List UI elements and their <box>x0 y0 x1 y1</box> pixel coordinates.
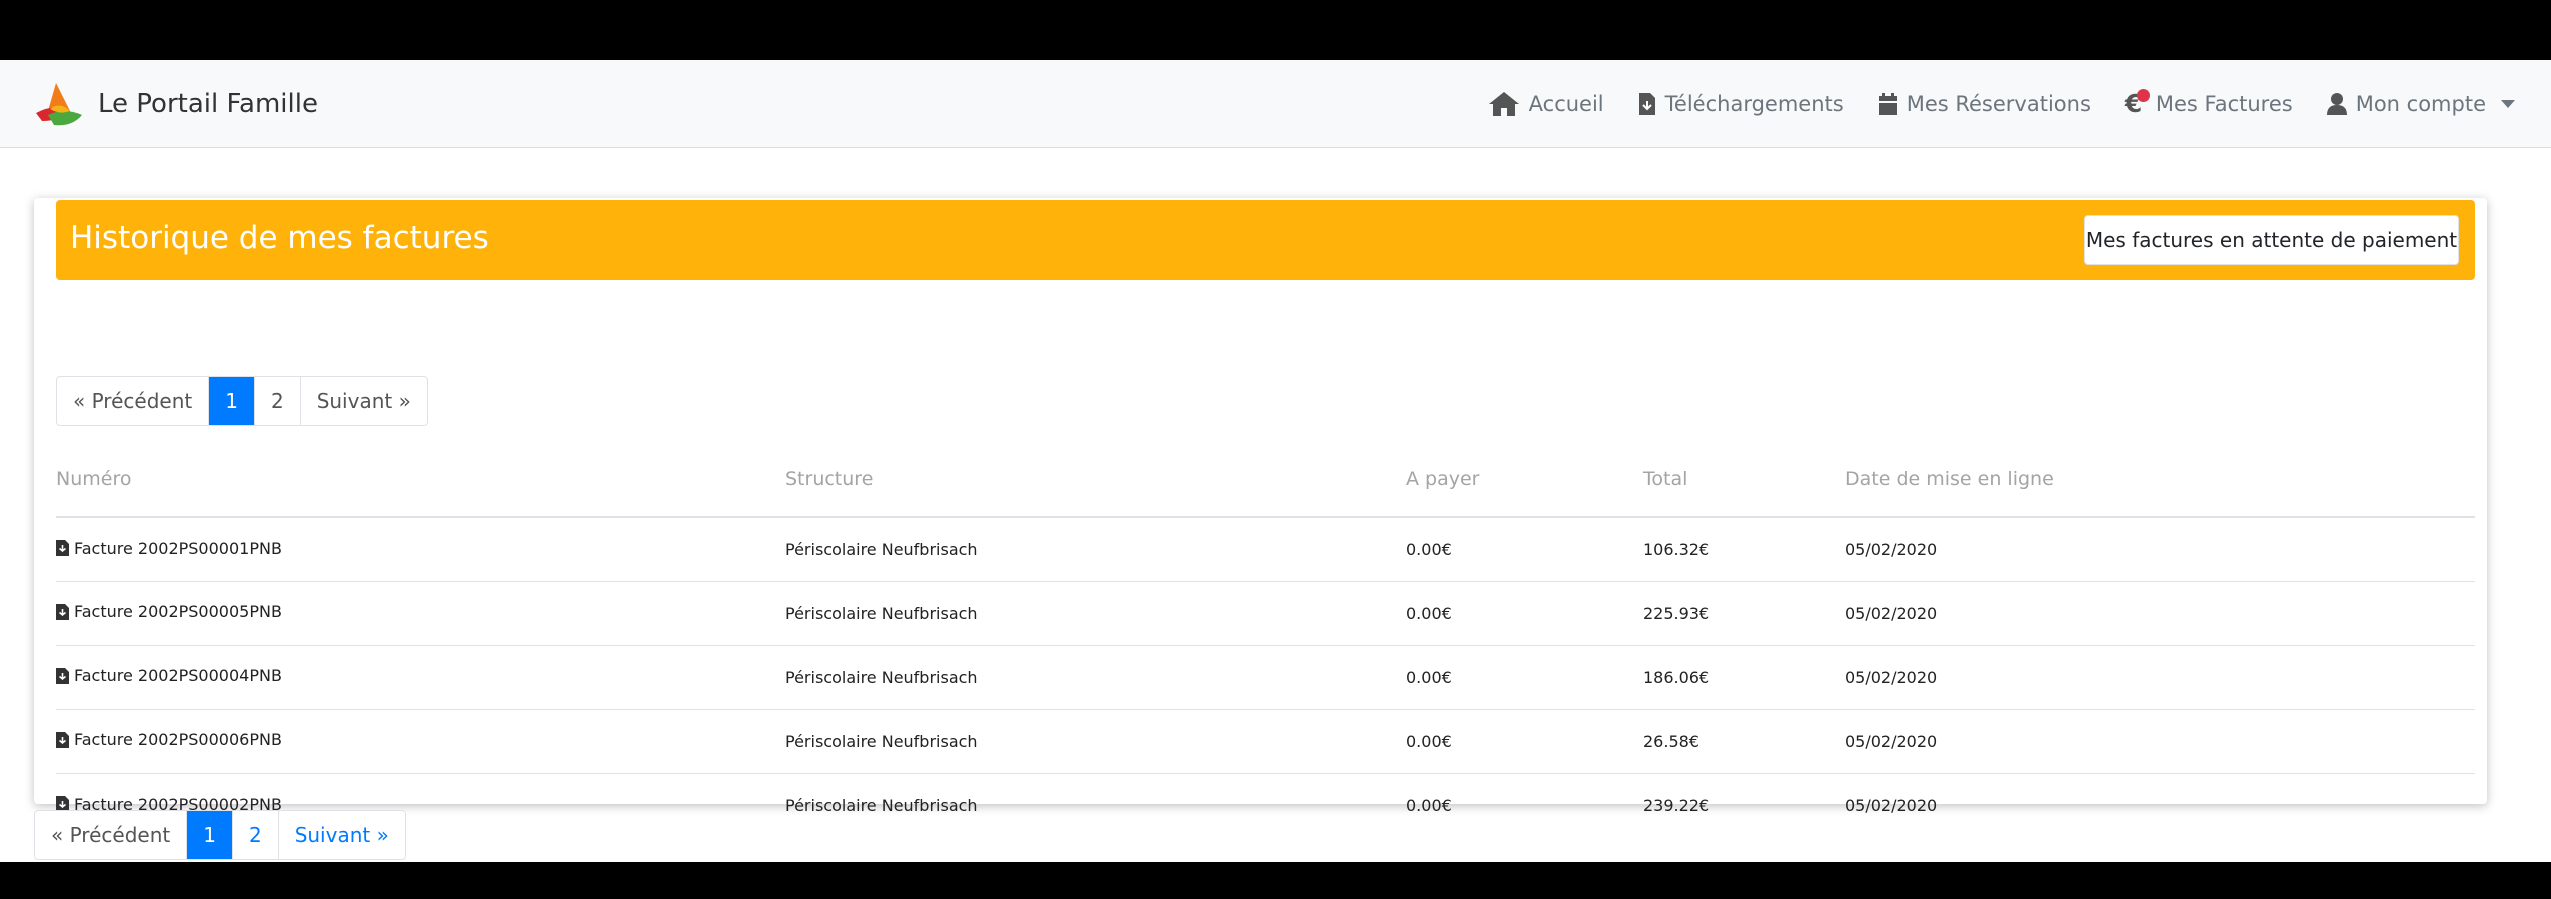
total-cell: 106.32€ <box>1643 517 1845 582</box>
table-header-row: Numéro Structure A payer Total Date de m… <box>56 441 2475 518</box>
nav-item-accueil[interactable]: Accueil <box>1488 91 1604 117</box>
pagination-page-1[interactable]: 1 <box>187 811 233 859</box>
a-payer-cell: 0.00€ <box>1406 795 1452 815</box>
column-header-a-payer[interactable]: A payer <box>1406 441 1643 518</box>
notification-dot <box>2136 89 2150 102</box>
table-row: Facture 2002PS00002PNB Périscolaire Neuf… <box>56 773 2475 837</box>
column-header-numero[interactable]: Numéro <box>56 441 785 518</box>
nav-item-label: Téléchargements <box>1664 92 1844 116</box>
invoice-link[interactable]: Facture 2002PS00005PNB <box>56 602 282 621</box>
structure-cell: Périscolaire Neufbrisach <box>785 645 1406 710</box>
pagination-next[interactable]: Suivant » <box>301 377 427 425</box>
date-cell: 05/02/2020 <box>1845 581 2475 646</box>
date-cell: 05/02/2020 <box>1845 795 1938 815</box>
date-cell: 05/02/2020 <box>1845 517 2475 582</box>
total-cell: 26.58€ <box>1643 709 1845 774</box>
table-row: Facture 2002PS00005PNB Périscolaire Neuf… <box>56 581 2475 646</box>
family-logo-icon <box>36 83 82 126</box>
date-cell: 05/02/2020 <box>1845 645 2475 710</box>
main-nav: Accueil Téléchargements Mes Réservations <box>1488 82 2515 126</box>
home-icon <box>1488 92 1519 116</box>
nav-item-mon-compte[interactable]: Mon compte <box>2326 92 2515 116</box>
pagination-prev[interactable]: « Précédent <box>57 377 210 425</box>
invoice-number: Facture 2002PS00006PNB <box>74 730 282 750</box>
pagination-page-2[interactable]: 2 <box>255 377 301 425</box>
calendar-icon <box>1878 93 1897 115</box>
invoices-card: Historique de mes factures Mes factures … <box>34 198 2487 815</box>
column-header-structure[interactable]: Structure <box>785 441 1406 518</box>
invoice-number: Facture 2002PS00005PNB <box>74 602 282 622</box>
table-row: Facture 2002PS00001PNB Périscolaire Neuf… <box>56 517 2475 582</box>
user-icon <box>2326 93 2347 115</box>
brand-link[interactable]: Le Portail Famille <box>34 80 318 128</box>
euro-icon: € <box>2125 89 2150 119</box>
invoice-number: Facture 2002PS00001PNB <box>74 538 282 558</box>
total-cell: 239.22€ <box>1643 795 1710 815</box>
pdf-file-icon <box>56 540 69 556</box>
structure-cell: Périscolaire Neufbrisach <box>785 795 978 815</box>
screen-bottom-border <box>0 862 2551 899</box>
file-download-icon <box>1638 93 1655 115</box>
structure-cell: Périscolaire Neufbrisach <box>785 709 1406 774</box>
a-payer-cell: 0.00€ <box>1406 581 1643 646</box>
brand-title: Le Portail Famille <box>98 89 318 119</box>
column-header-date[interactable]: Date de mise en ligne <box>1845 441 2475 518</box>
pagination-page-1[interactable]: 1 <box>209 377 255 425</box>
nav-item-label: Mes Factures <box>2155 92 2293 116</box>
invoice-number: Facture 2002PS00004PNB <box>74 666 282 686</box>
pagination-prev[interactable]: « Précédent <box>35 811 188 859</box>
nav-item-label: Mes Réservations <box>1906 92 2091 116</box>
invoice-link[interactable]: Facture 2002PS00006PNB <box>56 730 282 749</box>
navbar: Le Portail Famille Accueil Téléchargemen… <box>0 60 2551 148</box>
pagination-bottom: « Précédent 1 2 Suivant » <box>34 810 406 860</box>
card-header: Historique de mes factures Mes factures … <box>56 200 2475 280</box>
invoice-link[interactable]: Facture 2002PS00004PNB <box>56 666 282 685</box>
a-payer-cell: 0.00€ <box>1406 709 1643 774</box>
pagination-top: « Précédent 1 2 Suivant » <box>56 376 428 426</box>
page-title: Historique de mes factures <box>70 220 489 256</box>
chevron-down-icon <box>2501 100 2515 108</box>
nav-item-telechargements[interactable]: Téléchargements <box>1638 92 1844 116</box>
date-cell: 05/02/2020 <box>1845 709 2475 774</box>
screen-top-border <box>0 0 2551 60</box>
a-payer-cell: 0.00€ <box>1406 517 1643 582</box>
pending-invoices-button[interactable]: Mes factures en attente de paiement <box>2084 215 2459 265</box>
a-payer-cell: 0.00€ <box>1406 645 1643 710</box>
browser-viewport: Le Portail Famille Accueil Téléchargemen… <box>0 60 2551 862</box>
invoices-table: Numéro Structure A payer Total Date de m… <box>56 441 2475 837</box>
invoice-link[interactable]: Facture 2002PS00001PNB <box>56 539 282 558</box>
nav-item-label: Mon compte <box>2355 92 2486 116</box>
pagination-page-2[interactable]: 2 <box>233 811 279 859</box>
structure-cell: Périscolaire Neufbrisach <box>785 517 1406 582</box>
pagination-next[interactable]: Suivant » <box>279 811 405 859</box>
nav-item-reservations[interactable]: Mes Réservations <box>1878 92 2091 116</box>
pdf-file-icon <box>56 731 69 748</box>
nav-item-factures[interactable]: € Mes Factures <box>2125 89 2293 119</box>
total-cell: 225.93€ <box>1643 581 1845 646</box>
pdf-file-icon <box>56 603 69 620</box>
table-row: Facture 2002PS00006PNB Périscolaire Neuf… <box>56 709 2475 774</box>
pdf-file-icon <box>56 667 69 684</box>
column-header-total[interactable]: Total <box>1643 441 1845 518</box>
nav-item-label: Accueil <box>1528 92 1604 116</box>
total-cell: 186.06€ <box>1643 645 1845 710</box>
table-row: Facture 2002PS00004PNB Périscolaire Neuf… <box>56 645 2475 710</box>
structure-cell: Périscolaire Neufbrisach <box>785 581 1406 646</box>
